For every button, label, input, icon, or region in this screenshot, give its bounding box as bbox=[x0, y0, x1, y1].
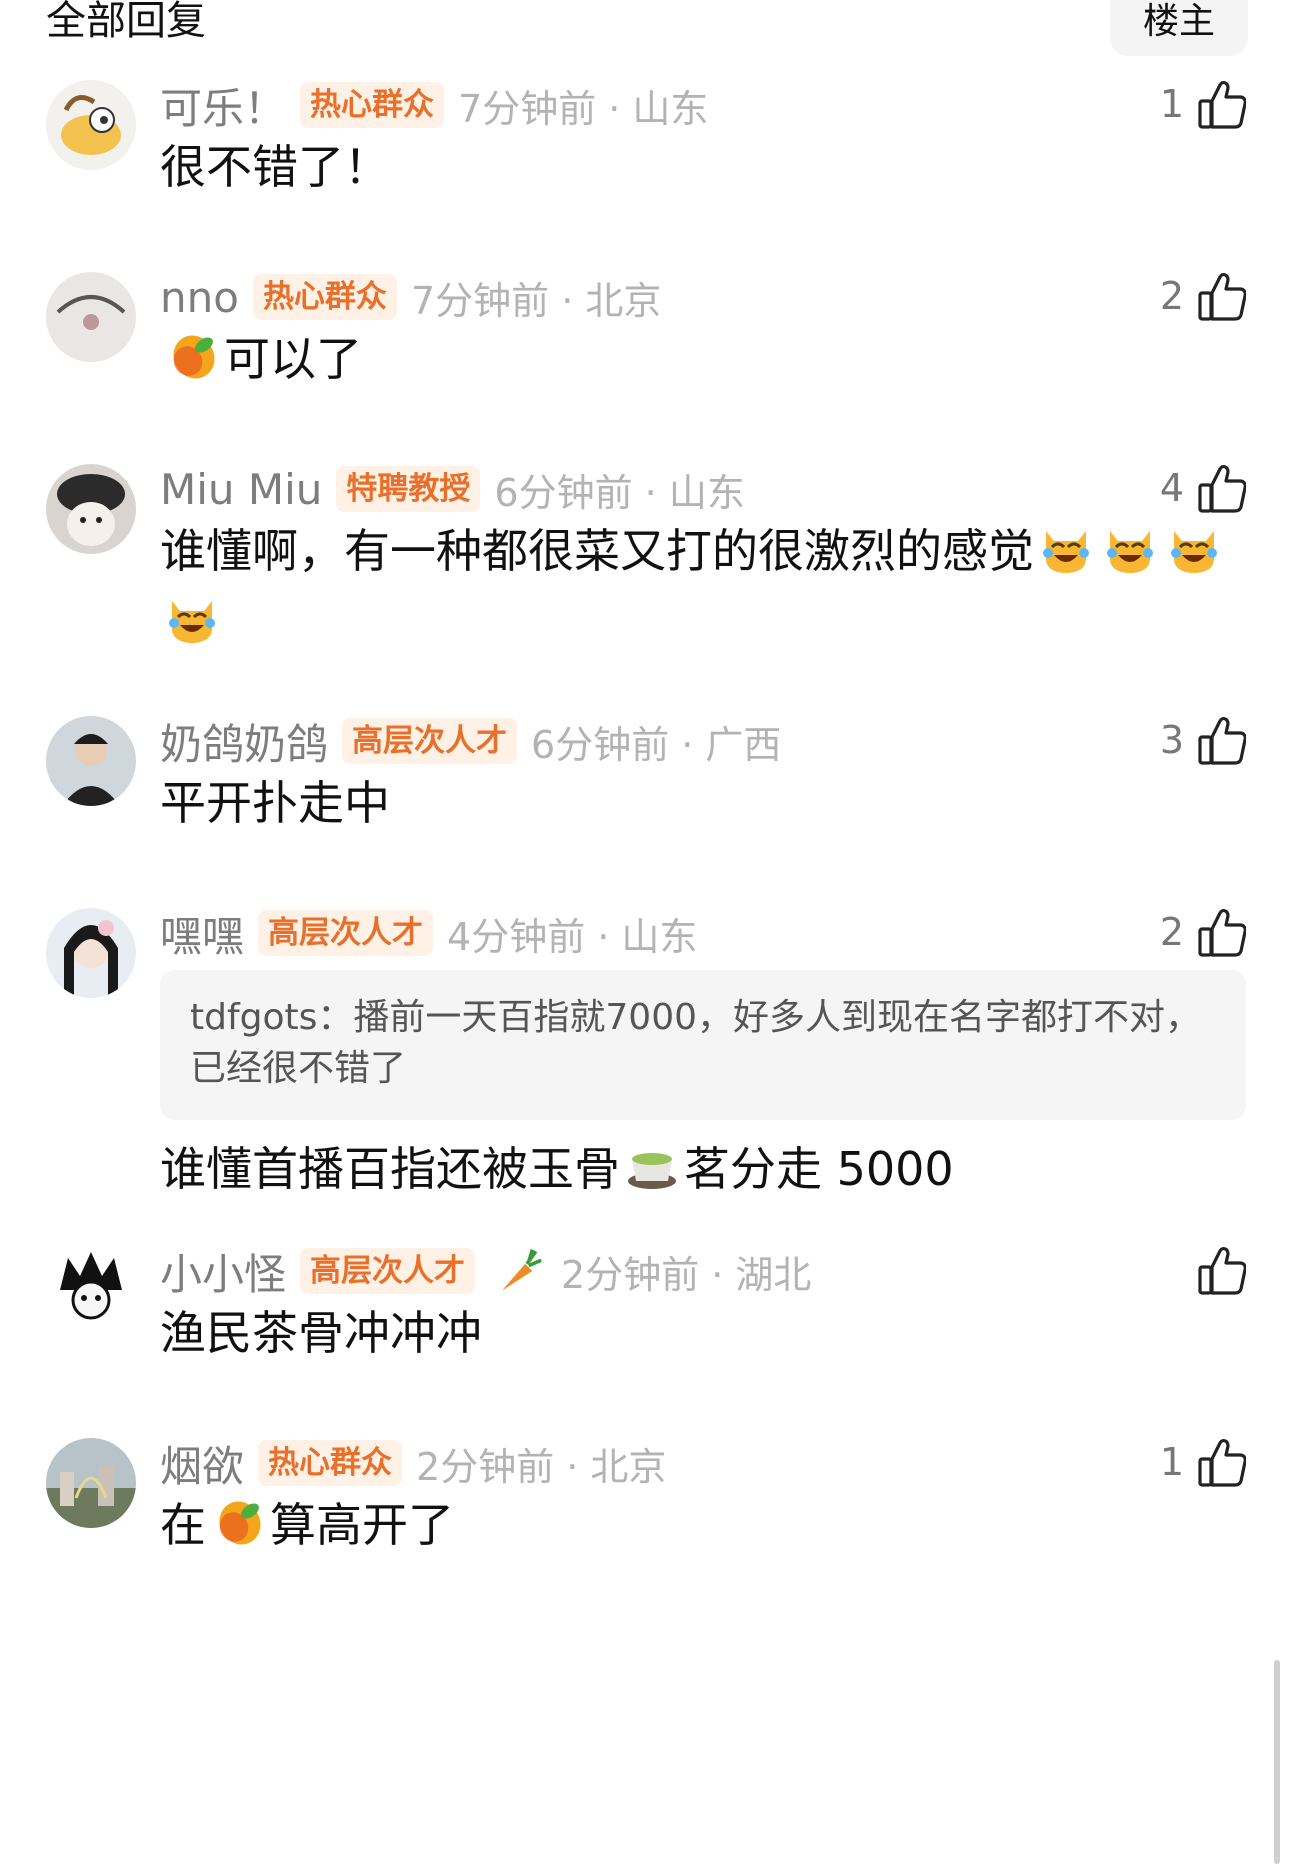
comment-text: 渔民茶骨冲冲冲 bbox=[160, 1306, 482, 1360]
like-count: 1 bbox=[1159, 1440, 1184, 1484]
timestamp-location: 7分钟前 · 北京 bbox=[410, 278, 662, 323]
mango-emoji bbox=[210, 1493, 266, 1549]
like-button[interactable]: 4 bbox=[1160, 460, 1246, 516]
like-button[interactable]: 2 bbox=[1160, 268, 1246, 324]
like-count: 4 bbox=[1159, 466, 1184, 510]
comment-text: 平开扑走中 bbox=[160, 776, 390, 830]
comment-meta: 嘿嘿 高层次人才 4分钟前 · 山东 bbox=[160, 908, 698, 961]
avatar[interactable] bbox=[46, 1246, 136, 1336]
like-count: 2 bbox=[1159, 910, 1184, 954]
scrollbar[interactable] bbox=[1274, 1660, 1280, 1864]
mango-emoji bbox=[164, 327, 220, 383]
user-badge: 热心群众 bbox=[258, 1440, 403, 1486]
comment-meta: 小小怪 高层次人才 2分钟前 · 湖北 bbox=[160, 1246, 812, 1299]
carrot-emoji bbox=[493, 1246, 543, 1296]
username[interactable]: 奶鸽奶鸽 bbox=[160, 711, 328, 772]
username[interactable]: 可乐！ bbox=[160, 75, 286, 136]
user-badge: 热心群众 bbox=[300, 82, 445, 128]
like-button[interactable]: 3 bbox=[1160, 712, 1246, 768]
crying-laughing-cat-emoji bbox=[1166, 519, 1222, 575]
timestamp-location: 2分钟前 · 湖北 bbox=[561, 1252, 812, 1297]
avatar[interactable] bbox=[46, 464, 136, 554]
thumbs-up-icon bbox=[1198, 1437, 1246, 1487]
user-badge: 热心群众 bbox=[252, 274, 397, 320]
like-button[interactable]: 2 bbox=[1160, 904, 1246, 960]
tea-emoji bbox=[624, 1137, 680, 1193]
comment-meta: 烟欲 热心群众 2分钟前 · 北京 bbox=[160, 1438, 667, 1491]
comment-text-content: 可以了 bbox=[224, 332, 362, 386]
comment-meta: 可乐！ 热心群众 7分钟前 · 山东 bbox=[160, 80, 709, 133]
like-count: 2 bbox=[1159, 274, 1184, 318]
thumbs-up-icon bbox=[1198, 1245, 1246, 1295]
crying-laughing-cat-emoji bbox=[164, 589, 220, 645]
username[interactable]: Miu Miu bbox=[160, 465, 322, 514]
comment-text: 谁懂首播百指还被玉骨 茗分走 5000 bbox=[160, 1134, 1240, 1204]
comment-text-content: 茗分走 5000 bbox=[684, 1142, 954, 1196]
comment-meta: Miu Miu 特聘教授 6分钟前 · 山东 bbox=[160, 464, 745, 515]
timestamp-location: 2分钟前 · 北京 bbox=[416, 1444, 667, 1489]
comment-text: 可以了 bbox=[160, 324, 1240, 394]
like-count: 1 bbox=[1159, 82, 1184, 126]
thumbs-up-icon bbox=[1198, 79, 1246, 129]
user-badge: 高层次人才 bbox=[300, 1248, 476, 1294]
like-count: 3 bbox=[1159, 718, 1184, 762]
timestamp-location: 7分钟前 · 山东 bbox=[458, 86, 709, 131]
thumbs-up-icon bbox=[1198, 463, 1246, 513]
comment-text-content: 算高开了 bbox=[270, 1498, 454, 1552]
avatar[interactable] bbox=[46, 908, 136, 998]
comment-text: 谁懂啊，有一种都很菜又打的很激烈的感觉 bbox=[160, 516, 1240, 656]
all-replies-title: 全部回复 bbox=[46, 0, 206, 44]
crying-laughing-cat-emoji bbox=[1102, 519, 1158, 575]
comment-text-content: 谁懂首播百指还被玉骨 bbox=[160, 1142, 620, 1196]
avatar[interactable] bbox=[46, 80, 136, 170]
timestamp-location: 6分钟前 · 山东 bbox=[494, 470, 745, 515]
op-only-button[interactable]: 楼主 bbox=[1110, 0, 1248, 56]
comment-text-content: 谁懂啊，有一种都很菜又打的很激烈的感觉 bbox=[160, 524, 1034, 578]
avatar[interactable] bbox=[46, 716, 136, 806]
quoted-reply[interactable]: tdfgots：播前一天百指就7000，好多人到现在名字都打不对，已经很不错了 bbox=[160, 970, 1246, 1120]
comment-meta: nno 热心群众 7分钟前 · 北京 bbox=[160, 272, 662, 323]
comment-text-content: 在 bbox=[160, 1498, 206, 1552]
username[interactable]: nno bbox=[160, 273, 239, 322]
username[interactable]: 烟欲 bbox=[160, 1433, 244, 1494]
username[interactable]: 嘿嘿 bbox=[160, 903, 244, 964]
avatar[interactable] bbox=[46, 1438, 136, 1528]
comment-text: 很不错了！ bbox=[160, 140, 390, 194]
comment-text: 在 算高开了 bbox=[160, 1490, 1240, 1560]
user-badge: 高层次人才 bbox=[258, 910, 434, 956]
timestamp-location: 6分钟前 · 广西 bbox=[531, 722, 782, 767]
like-button[interactable] bbox=[1184, 1242, 1246, 1298]
avatar[interactable] bbox=[46, 272, 136, 362]
user-badge: 特聘教授 bbox=[336, 466, 481, 512]
thumbs-up-icon bbox=[1198, 271, 1246, 321]
like-button[interactable]: 1 bbox=[1160, 1434, 1246, 1490]
crying-laughing-cat-emoji bbox=[1038, 519, 1094, 575]
thumbs-up-icon bbox=[1198, 907, 1246, 957]
username[interactable]: 小小怪 bbox=[160, 1241, 286, 1302]
replies-header: 全部回复 楼主 bbox=[0, 0, 1290, 70]
like-button[interactable]: 1 bbox=[1160, 76, 1246, 132]
comment-meta: 奶鸽奶鸽 高层次人才 6分钟前 · 广西 bbox=[160, 716, 782, 769]
timestamp-location: 4分钟前 · 山东 bbox=[447, 914, 698, 959]
thumbs-up-icon bbox=[1198, 715, 1246, 765]
user-badge: 高层次人才 bbox=[342, 718, 518, 764]
